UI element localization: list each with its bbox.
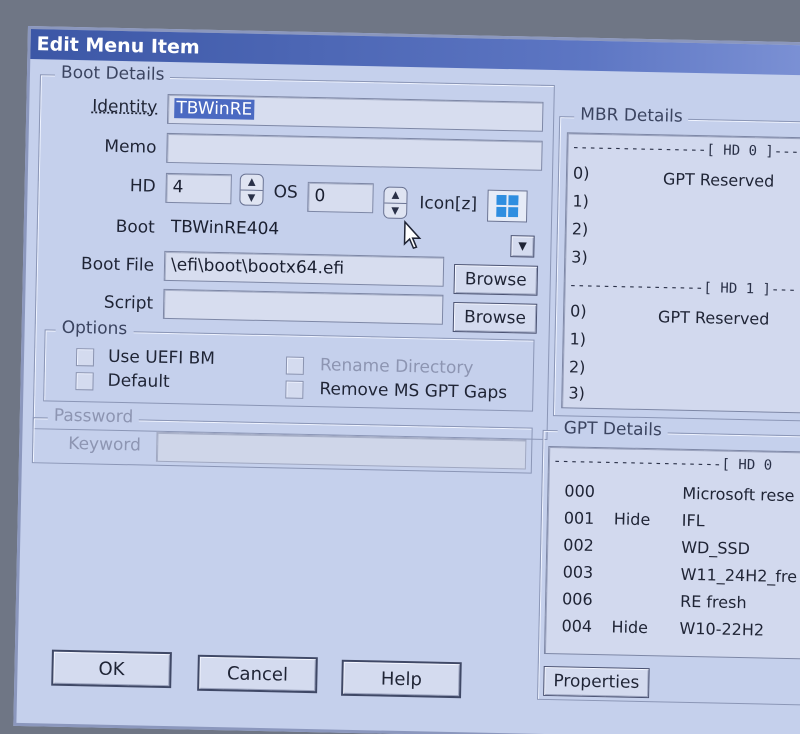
list-item[interactable]: 0) [570, 301, 587, 320]
identity-value: TBWinRE [174, 98, 255, 120]
rename-directory-label: Rename Directory [319, 355, 474, 379]
hd-down-icon[interactable]: ▼ [240, 189, 263, 205]
remove-ms-gpt-gaps-checkbox[interactable] [285, 380, 304, 399]
table-row[interactable]: 006 RE fresh [562, 589, 800, 613]
mbr-list[interactable]: ----------------[ HD 0 ]--- 0) GPT Reser… [561, 132, 800, 414]
hd-label: HD [129, 176, 156, 197]
list-item[interactable]: 2) [572, 219, 589, 238]
boot-file-label: Boot File [80, 254, 155, 276]
windows-icon-button[interactable] [487, 189, 528, 223]
icon-label: Icon[z] [419, 193, 478, 215]
list-item-name: GPT Reserved [657, 307, 770, 329]
table-row[interactable]: 001 Hide IFL [564, 508, 800, 532]
boot-label: Boot [115, 216, 156, 238]
hd-spinner[interactable]: ▲ ▼ [239, 173, 264, 206]
identity-label: Identity [91, 96, 158, 118]
edit-menu-item-dialog: Edit Menu Item Boot Details Identity TBW… [13, 26, 800, 734]
script-field[interactable] [162, 288, 444, 325]
use-uefi-bm-checkbox[interactable] [75, 348, 95, 367]
table-row[interactable]: 000 Microsoft rese [564, 481, 800, 505]
table-row[interactable]: 004 Hide W10-22H2 [561, 616, 800, 640]
default-checkbox[interactable] [75, 372, 94, 391]
boot-details-title: Boot Details [54, 62, 171, 85]
script-label: Script [103, 292, 154, 314]
hd-up-icon[interactable]: ▲ [241, 174, 263, 189]
os-spinner[interactable]: ▲ ▼ [383, 186, 408, 219]
list-item-name: GPT Reserved [662, 169, 775, 191]
os-up-icon[interactable]: ▲ [384, 188, 406, 203]
windows-logo-icon [496, 194, 519, 218]
list-item[interactable]: 0) [573, 163, 590, 182]
table-row[interactable]: 003 W11_24H2_fre [562, 562, 800, 586]
default-label: Default [107, 370, 170, 393]
table-row[interactable]: 002 WD_SSD [563, 535, 800, 559]
list-item[interactable]: 3) [568, 383, 585, 402]
script-browse-button[interactable]: Browse [452, 301, 538, 334]
help-button[interactable]: Help [341, 659, 462, 699]
mbr-details-title: MBR Details [574, 104, 689, 127]
list-item[interactable]: 1) [572, 191, 589, 210]
ok-button[interactable]: OK [51, 649, 172, 689]
boot-file-browse-button[interactable]: Browse [453, 263, 539, 296]
list-item[interactable]: 1) [569, 329, 586, 348]
list-item[interactable]: 2) [569, 357, 586, 376]
rename-directory-checkbox[interactable] [285, 356, 305, 375]
remove-ms-gpt-gaps-label: Remove MS GPT Gaps [319, 379, 508, 404]
mbr-hd0-header: ----------------[ HD 0 ]--- [571, 139, 800, 161]
mouse-cursor-icon [403, 220, 422, 250]
gpt-hd0-header: --------------------[ HD 0 [552, 453, 773, 474]
cancel-button[interactable]: Cancel [197, 654, 318, 694]
os-down-icon[interactable]: ▼ [384, 202, 407, 218]
properties-button[interactable]: Properties [543, 665, 650, 699]
boot-dropdown-button[interactable]: ▼ [510, 235, 535, 258]
os-field[interactable]: 0 [307, 181, 374, 214]
os-label: OS [273, 182, 298, 203]
keyword-label: Keyword [68, 433, 142, 456]
mbr-hd1-header: ----------------[ HD 1 ]--- [568, 277, 797, 299]
boot-file-field[interactable]: \efi\boot\bootx64.efi [163, 250, 445, 287]
list-item[interactable]: 3) [571, 247, 588, 266]
hd-field[interactable]: 4 [165, 172, 232, 205]
use-uefi-bm-label: Use UEFI BM [107, 346, 216, 369]
chevron-down-icon: ▼ [518, 239, 527, 253]
options-title: Options [55, 317, 134, 340]
memo-label: Memo [104, 136, 157, 158]
gpt-list[interactable]: --------------------[ HD 0 000 Microsoft… [543, 445, 800, 660]
gpt-details-title: GPT Details [557, 418, 669, 441]
password-title: Password [47, 405, 140, 428]
